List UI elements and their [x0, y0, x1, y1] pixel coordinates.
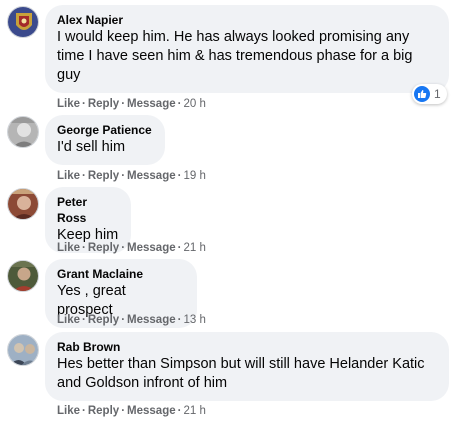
like-button[interactable]: Like [57, 242, 80, 254]
separator: · [177, 242, 182, 254]
like-button[interactable]: Like [57, 314, 80, 326]
separator: · [121, 170, 126, 182]
comment-author[interactable]: Alex Napier [57, 12, 437, 28]
comment-bubble: George Patience I'd sell him [45, 115, 165, 165]
timestamp[interactable]: 21 h [183, 242, 205, 254]
avatar-image [8, 261, 38, 291]
separator: · [121, 314, 126, 326]
message-button[interactable]: Message [127, 170, 176, 182]
like-button[interactable]: Like [57, 405, 80, 417]
avatar[interactable] [7, 334, 39, 366]
timestamp[interactable]: 20 h [183, 98, 205, 110]
avatar[interactable] [7, 6, 39, 38]
reply-button[interactable]: Reply [88, 170, 119, 182]
reply-button[interactable]: Reply [88, 405, 119, 417]
separator: · [121, 242, 126, 254]
message-button[interactable]: Message [127, 405, 176, 417]
avatar-image [8, 7, 38, 37]
separator: · [82, 242, 86, 254]
comment-actions: Like · Reply · Message · 21 h [57, 241, 206, 255]
comment-text: I would keep him. He has always looked p… [57, 29, 413, 83]
reply-button[interactable]: Reply [88, 314, 119, 326]
timestamp[interactable]: 13 h [183, 314, 205, 326]
separator: · [82, 314, 86, 326]
message-button[interactable]: Message [127, 98, 176, 110]
reply-button[interactable]: Reply [88, 98, 119, 110]
separator: · [177, 98, 182, 110]
thumbs-up-icon [414, 86, 430, 102]
comment-text: I'd sell him [57, 139, 126, 155]
message-button[interactable]: Message [127, 242, 176, 254]
comment-actions: Like · Reply · Message · 21 h [57, 404, 206, 418]
comment-author[interactable]: Peter Ross [57, 194, 119, 226]
separator: · [177, 314, 182, 326]
separator: · [82, 405, 86, 417]
separator: · [177, 405, 182, 417]
like-button[interactable]: Like [57, 170, 80, 182]
separator: · [82, 98, 86, 110]
comment-actions: Like · Reply · Message · 19 h [57, 169, 206, 183]
separator: · [177, 170, 182, 182]
comment-author[interactable]: George Patience [57, 122, 153, 138]
avatar-image [8, 335, 38, 365]
avatar[interactable] [7, 260, 39, 292]
comment-actions: Like · Reply · Message · 20 h [57, 97, 206, 111]
comment-bubble: Alex Napier I would keep him. He has alw… [45, 5, 449, 93]
message-button[interactable]: Message [127, 314, 176, 326]
timestamp[interactable]: 19 h [183, 170, 205, 182]
like-button[interactable]: Like [57, 98, 80, 110]
separator: · [121, 405, 126, 417]
comment-author[interactable]: Grant Maclaine [57, 266, 185, 282]
reaction-number: 1 [434, 87, 441, 101]
comment-bubble: Rab Brown Hes better than Simpson but wi… [45, 332, 449, 401]
comment-actions: Like · Reply · Message · 13 h [57, 313, 206, 327]
avatar[interactable] [7, 188, 39, 220]
separator: · [121, 98, 126, 110]
comment-text: Hes better than Simpson but will still h… [57, 356, 425, 391]
reaction-count[interactable]: 1 [412, 84, 447, 104]
separator: · [82, 170, 86, 182]
comment-author[interactable]: Rab Brown [57, 339, 437, 355]
avatar[interactable] [7, 116, 39, 148]
timestamp[interactable]: 21 h [183, 405, 205, 417]
avatar-image [8, 117, 38, 147]
avatar-image [8, 189, 38, 219]
reply-button[interactable]: Reply [88, 242, 119, 254]
